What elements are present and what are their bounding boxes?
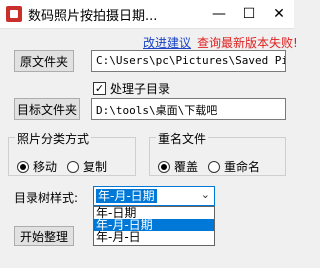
- radio-rename-label: 重命名: [224, 160, 261, 174]
- app-icon: [6, 6, 22, 22]
- title-bar: 数码照片按拍摄日期... — ☐ ✕: [0, 0, 294, 29]
- classify-legend: 照片分类方式: [15, 130, 92, 147]
- target-path-field[interactable]: D:\tools\桌面\下载吧: [91, 98, 286, 120]
- radio-move-label: 移动: [33, 160, 58, 174]
- tree-style-value: 年-月-日期: [96, 189, 157, 203]
- target-folder-button[interactable]: 目标文件夹: [14, 98, 80, 120]
- chevron-down-icon[interactable]: ⌄: [201, 188, 210, 201]
- tree-style-select[interactable]: 年-月-日期 ⌄: [93, 186, 215, 206]
- close-button[interactable]: ✕: [264, 0, 294, 28]
- subdirs-checkbox[interactable]: ✓ 处理子目录: [93, 80, 170, 97]
- radio-copy-label: 复制: [83, 160, 108, 174]
- radio-rename[interactable]: 重命名: [208, 158, 260, 175]
- radio-rename-dot[interactable]: [208, 160, 221, 173]
- suggest-link[interactable]: 改进建议: [143, 34, 191, 51]
- dropdown-option[interactable]: 年-月-日: [94, 231, 214, 243]
- radio-move[interactable]: 移动: [17, 158, 57, 175]
- maximize-button[interactable]: ☐: [234, 0, 264, 28]
- update-status-link[interactable]: 查询最新版本失败!: [197, 34, 298, 51]
- classify-group: 照片分类方式 移动 复制: [8, 130, 136, 176]
- radio-copy[interactable]: 复制: [67, 158, 107, 175]
- checkmark-icon[interactable]: ✓: [93, 82, 106, 95]
- start-button[interactable]: 开始整理: [14, 226, 74, 246]
- radio-copy-dot[interactable]: [67, 160, 80, 173]
- tree-style-label: 目录树样式:: [14, 191, 79, 205]
- rename-group: 重名文件 覆盖 重命名: [149, 130, 286, 176]
- window-title: 数码照片按拍摄日期...: [28, 9, 158, 24]
- radio-overwrite-dot[interactable]: [158, 160, 170, 173]
- radio-move-dot[interactable]: [17, 160, 29, 173]
- source-folder-button[interactable]: 原文件夹: [14, 50, 74, 72]
- tree-style-dropdown[interactable]: 年-日期 年-月-日期 年-月-日: [93, 206, 215, 246]
- minimize-button[interactable]: —: [204, 0, 234, 28]
- source-path-field[interactable]: C:\Users\pc\Pictures\Saved Pic: [91, 50, 286, 72]
- subdirs-label: 处理子目录: [110, 82, 171, 96]
- rename-legend: 重名文件: [156, 130, 209, 147]
- radio-overwrite-label: 覆盖: [174, 160, 199, 174]
- radio-overwrite[interactable]: 覆盖: [158, 158, 198, 175]
